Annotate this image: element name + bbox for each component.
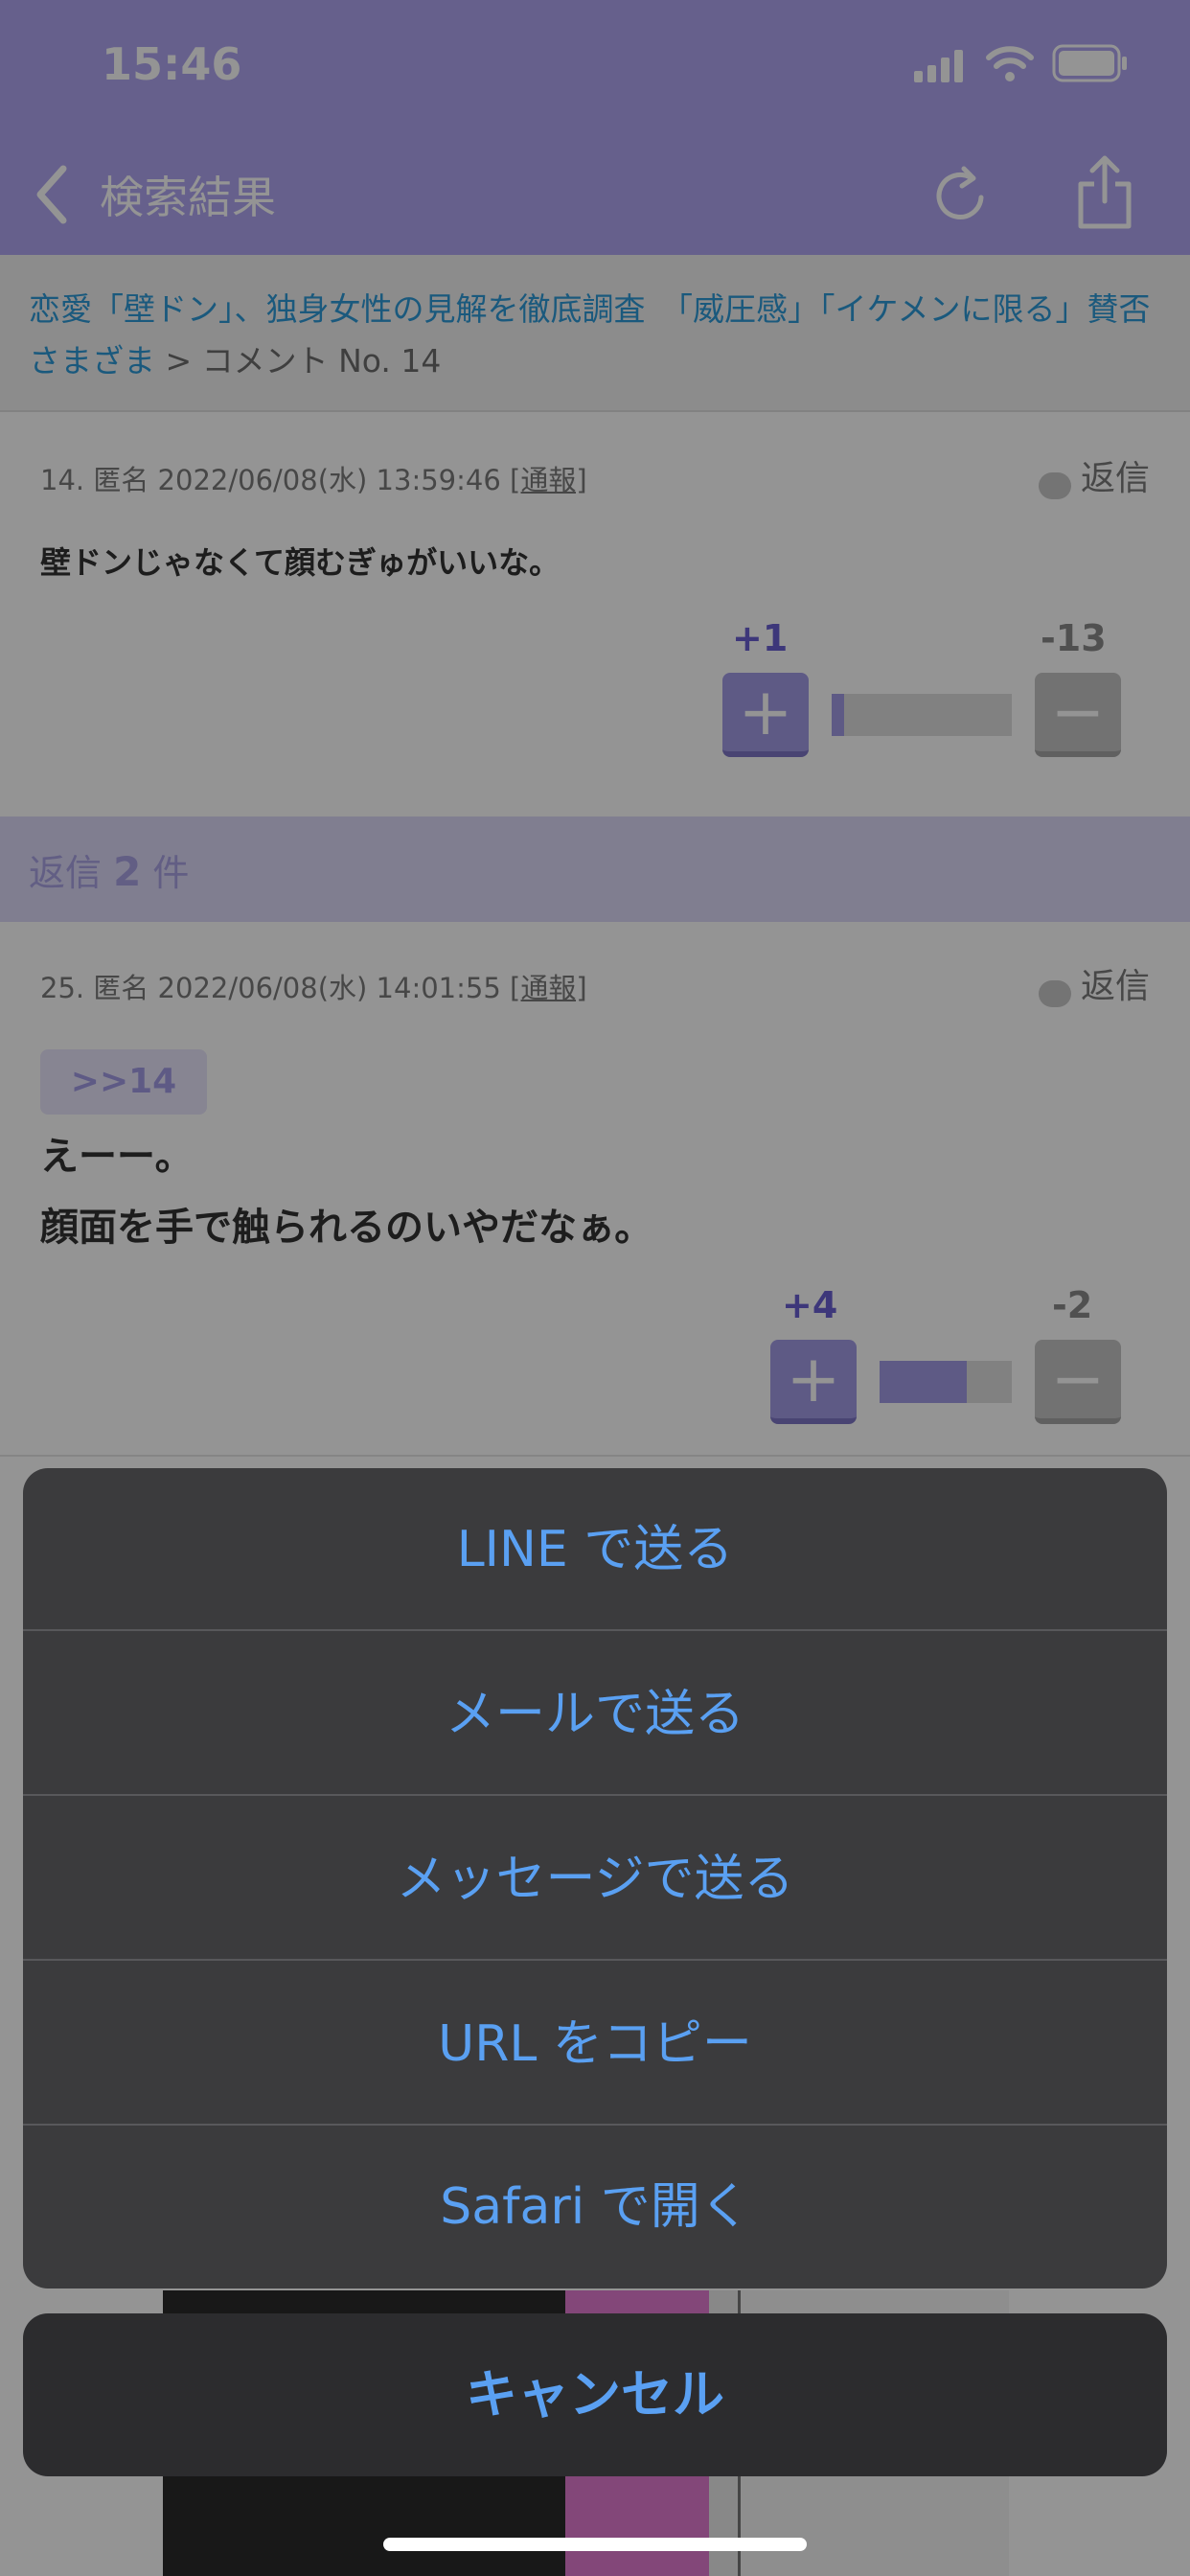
action-send-mail[interactable]: メールで送る <box>23 1633 1167 1796</box>
share-action-sheet: LINE で送る メールで送る メッセージで送る URL をコピー Safari… <box>23 1468 1167 2288</box>
action-send-message[interactable]: メッセージで送る <box>23 1798 1167 1961</box>
action-send-line[interactable]: LINE で送る <box>23 1468 1167 1631</box>
action-copy-url[interactable]: URL をコピー <box>23 1963 1167 2126</box>
cancel-button[interactable]: キャンセル <box>23 2313 1167 2476</box>
action-open-safari[interactable]: Safari で開く <box>23 2126 1167 2288</box>
home-indicator[interactable] <box>383 2538 807 2551</box>
